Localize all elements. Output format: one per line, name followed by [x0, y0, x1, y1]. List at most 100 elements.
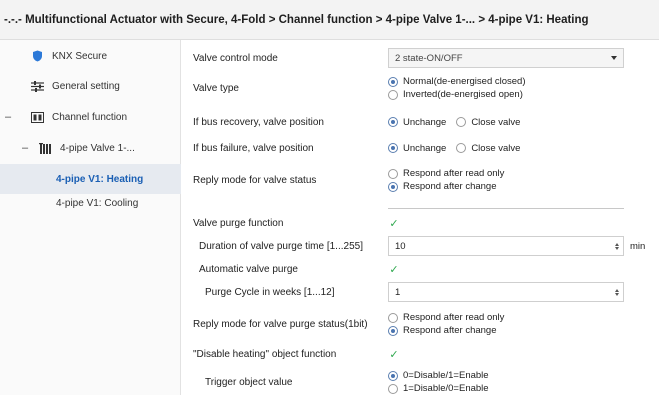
radio-label: Respond after read only: [403, 168, 505, 179]
radio-unchange[interactable]: Unchange: [388, 117, 446, 128]
sidebar-item-label: Channel function: [52, 111, 128, 123]
radio-label: Respond after change: [403, 181, 497, 192]
radio-dot: [388, 181, 398, 192]
purge-duration-input[interactable]: 10: [388, 236, 624, 256]
radio-label: 1=Disable/0=Enable: [403, 383, 489, 394]
radio-normal[interactable]: Normal(de-energised closed): [388, 76, 526, 87]
sidebar-item-label: General setting: [52, 80, 120, 92]
radio-label: 0=Disable/1=Enable: [403, 370, 489, 381]
dropdown-caret-icon: [611, 56, 617, 60]
spin-arrows-icon[interactable]: [615, 288, 619, 296]
sidebar-item-knx-secure[interactable]: KNX Secure: [0, 41, 181, 71]
collapse-icon[interactable]: –: [5, 111, 11, 123]
radio-dot: [388, 312, 398, 323]
purge-cycle-input[interactable]: 1: [388, 282, 624, 302]
parameter-panel: Valve control mode 2 state-ON/OFF Valve …: [181, 40, 659, 395]
radio-dot: [388, 383, 398, 394]
param-purge-function: Valve purge function ✓: [181, 214, 659, 232]
param-label: Valve type: [193, 82, 239, 94]
param-label: Automatic valve purge: [199, 263, 298, 275]
purge-function-checkbox[interactable]: ✓: [388, 217, 400, 230]
radio-dot: [388, 89, 398, 100]
bus-recovery-radio-group: Unchange Close valve: [388, 117, 520, 128]
radio-dot: [388, 168, 398, 179]
radiator-icon: [38, 141, 52, 155]
param-label: Duration of valve purge time [1...255]: [199, 240, 363, 252]
param-disable-heating: "Disable heating" object function ✓: [181, 345, 659, 363]
auto-purge-checkbox[interactable]: ✓: [388, 263, 400, 276]
sidebar-item-general-setting[interactable]: General setting: [0, 71, 181, 101]
param-trigger-value: Trigger object value 0=Disable/1=Enable …: [181, 368, 659, 395]
param-purge-duration: Duration of valve purge time [1...255] 1…: [181, 236, 659, 256]
param-auto-purge: Automatic valve purge ✓: [181, 260, 659, 278]
valve-type-radio-group: Normal(de-energised closed) Inverted(de-…: [388, 76, 526, 100]
radio-label: Unchange: [403, 116, 447, 128]
radio-label: Inverted(de-energised open): [403, 89, 523, 100]
param-reply-mode-purge: Reply mode for valve purge status(1bit) …: [181, 310, 659, 338]
trigger-value-radio-group: 0=Disable/1=Enable 1=Disable/0=Enable: [388, 370, 489, 394]
param-label: Valve purge function: [193, 217, 284, 229]
sidebar-item-v1-cooling[interactable]: 4-pipe V1: Cooling: [0, 188, 181, 218]
disable-heating-checkbox[interactable]: ✓: [388, 348, 400, 361]
radio-dot: [388, 370, 398, 381]
param-label: Reply mode for valve purge status(1bit): [193, 318, 368, 330]
param-label: "Disable heating" object function: [193, 348, 337, 360]
radio-respond-read[interactable]: Respond after read only: [388, 312, 504, 323]
radio-dot: [388, 325, 398, 336]
radio-close-valve[interactable]: Close valve: [456, 117, 520, 128]
param-purge-cycle: Purge Cycle in weeks [1...12] 1: [181, 282, 659, 302]
input-value: 10: [395, 240, 406, 252]
param-bus-recovery: If bus recovery, valve position Unchange…: [181, 112, 659, 132]
sidebar-item-channel-function[interactable]: – Channel function: [0, 102, 181, 132]
shield-icon: [30, 49, 44, 63]
param-bus-failure: If bus failure, valve position Unchange …: [181, 138, 659, 158]
unit-label: min: [630, 240, 646, 252]
param-valve-control-mode: Valve control mode 2 state-ON/OFF: [181, 48, 659, 68]
sidebar-item-label: 4-pipe V1: Cooling: [56, 197, 139, 209]
radio-label: Respond after read only: [403, 312, 505, 323]
sidebar-item-label: 4-pipe V1: Heating: [56, 173, 144, 185]
spin-arrows-icon[interactable]: [615, 242, 619, 250]
radio-dot: [456, 117, 467, 127]
sidebar-item-4-pipe-valve[interactable]: – 4-pipe Valve 1-...: [0, 133, 181, 163]
param-label: Valve control mode: [193, 52, 278, 64]
radio-label: Close valve: [471, 116, 521, 128]
radio-label: Respond after change: [403, 325, 497, 336]
select-value: 2 state-ON/OFF: [395, 52, 463, 64]
sidebar-item-label: KNX Secure: [52, 50, 108, 62]
param-label: Reply mode for valve status: [193, 174, 317, 186]
param-label: Trigger object value: [205, 376, 293, 388]
valve-control-mode-select[interactable]: 2 state-ON/OFF: [388, 48, 624, 68]
radio-unchange[interactable]: Unchange: [388, 143, 446, 154]
radio-label: Unchange: [403, 142, 447, 154]
sidebar-item-label: 4-pipe Valve 1-...: [60, 142, 135, 154]
radio-1-disable[interactable]: 1=Disable/0=Enable: [388, 383, 489, 394]
reply-mode-purge-radio-group: Respond after read only Respond after ch…: [388, 312, 504, 336]
breadcrumb-title: -.-.- Multifunctional Actuator with Secu…: [0, 0, 659, 40]
radio-dot: [388, 76, 398, 87]
radio-inverted[interactable]: Inverted(de-energised open): [388, 89, 526, 100]
param-reply-mode-status: Reply mode for valve status Respond afte…: [181, 166, 659, 194]
radio-dot: [388, 143, 398, 153]
radio-0-disable[interactable]: 0=Disable/1=Enable: [388, 370, 489, 381]
radio-respond-change[interactable]: Respond after change: [388, 325, 504, 336]
collapse-icon[interactable]: –: [22, 142, 28, 154]
channel-icon: [30, 110, 44, 124]
input-value: 1: [395, 286, 401, 298]
param-label: If bus recovery, valve position: [193, 116, 324, 128]
radio-dot: [388, 117, 398, 127]
sliders-icon: [30, 79, 44, 93]
radio-dot: [456, 143, 467, 153]
bus-failure-radio-group: Unchange Close valve: [388, 143, 520, 154]
radio-label: Normal(de-energised closed): [403, 76, 526, 87]
radio-label: Close valve: [471, 142, 521, 154]
radio-respond-read[interactable]: Respond after read only: [388, 168, 504, 179]
radio-respond-change[interactable]: Respond after change: [388, 181, 504, 192]
param-label: Purge Cycle in weeks [1...12]: [205, 286, 335, 298]
sidebar: KNX Secure General setting – Channel fun…: [0, 40, 181, 395]
radio-close-valve[interactable]: Close valve: [456, 143, 520, 154]
param-label: If bus failure, valve position: [193, 142, 314, 154]
param-valve-type: Valve type Normal(de-energised closed) I…: [181, 74, 659, 102]
reply-mode-radio-group: Respond after read only Respond after ch…: [388, 168, 504, 192]
section-divider: [388, 208, 624, 209]
